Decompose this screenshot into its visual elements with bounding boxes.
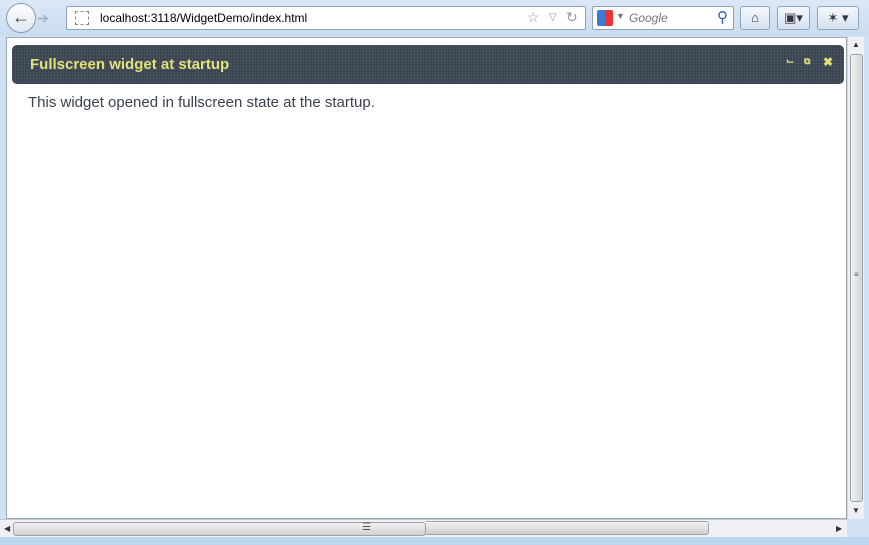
vertical-scroll-thumb[interactable]: ≡	[850, 54, 863, 502]
bookmarks-button[interactable]: ▣▾	[777, 6, 810, 30]
scroll-up-icon[interactable]: ▲	[852, 40, 860, 49]
addon-icon: ✶ ▾	[827, 10, 849, 25]
page-content: Fullscreen widget at startup ⌙ ⧉ ✖ This …	[6, 37, 847, 519]
forward-button[interactable]: ➔	[37, 9, 55, 27]
grip-icon: ☰	[362, 522, 371, 533]
search-box[interactable]: ▼ Google ⚲	[592, 6, 734, 30]
search-icon[interactable]: ⚲	[717, 8, 728, 26]
horizontal-scrollbar[interactable]: ◀ ▶	[0, 519, 847, 537]
status-bar	[0, 537, 869, 545]
vertical-scrollbar[interactable]: ▲ ≡ ▼	[847, 37, 864, 519]
engine-dropdown-icon[interactable]: ▼	[616, 11, 625, 21]
browser-toolbar: ← ➔ localhost:3118/WidgetDemo/index.html…	[0, 0, 869, 36]
scroll-left-icon[interactable]: ◀	[4, 524, 10, 533]
horizontal-scroll-thumb-grip[interactable]	[426, 521, 709, 535]
widget-title: Fullscreen widget at startup	[30, 56, 230, 73]
bookmark-star-icon[interactable]: ☆	[527, 9, 540, 26]
site-identity-icon[interactable]	[75, 11, 89, 25]
history-dropdown-icon[interactable]: ▽	[549, 12, 557, 23]
bookmarks-icon: ▣▾	[784, 10, 803, 25]
addons-button[interactable]: ✶ ▾	[817, 6, 859, 30]
scroll-down-icon[interactable]: ▼	[852, 506, 860, 515]
home-button[interactable]: ⌂	[740, 6, 770, 30]
restore-icon[interactable]: ⧉	[804, 56, 810, 67]
reload-icon[interactable]: ↻	[566, 9, 578, 26]
widget-header: Fullscreen widget at startup ⌙ ⧉ ✖	[12, 45, 844, 84]
minimize-icon[interactable]: ⌙	[786, 56, 794, 67]
back-button[interactable]: ←	[6, 3, 36, 33]
url-text[interactable]: localhost:3118/WidgetDemo/index.html	[100, 11, 307, 25]
address-bar[interactable]: localhost:3118/WidgetDemo/index.html ☆ ▽…	[66, 6, 586, 30]
home-icon: ⌂	[751, 10, 759, 25]
close-icon[interactable]: ✖	[823, 55, 833, 69]
google-engine-icon[interactable]	[597, 10, 613, 26]
scroll-right-icon[interactable]: ▶	[836, 524, 842, 533]
widget-body-text: This widget opened in fullscreen state a…	[28, 94, 375, 111]
search-input[interactable]: Google	[629, 11, 668, 25]
